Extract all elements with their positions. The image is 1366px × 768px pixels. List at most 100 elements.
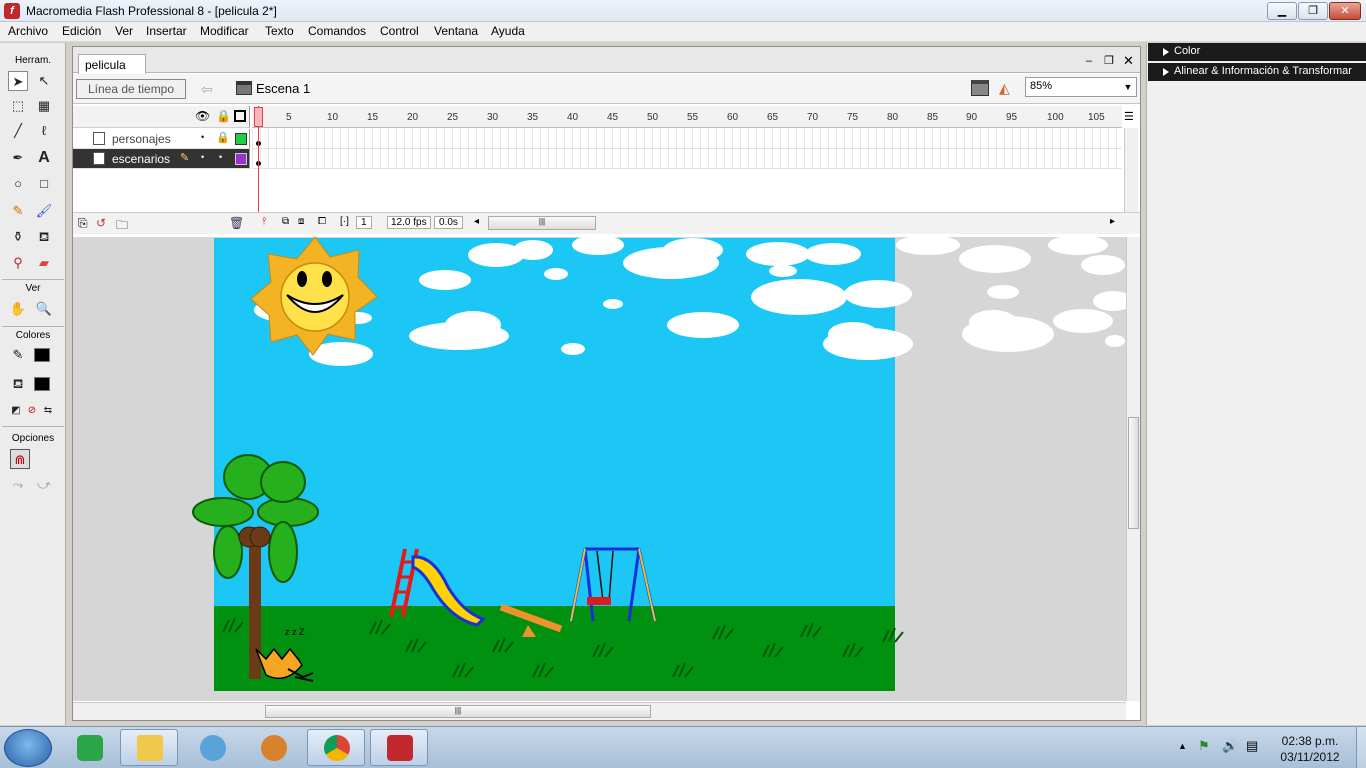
subselection-tool-icon[interactable]: ↖ bbox=[34, 71, 54, 91]
pen-tool-icon[interactable]: ✒ bbox=[8, 148, 28, 168]
swap-colors-icon[interactable]: ⇆ bbox=[38, 401, 58, 421]
menu-comandos[interactable]: Comandos bbox=[307, 24, 367, 38]
scroll-right-arrow-icon[interactable]: ▸ bbox=[1110, 216, 1115, 227]
start-button[interactable] bbox=[4, 729, 52, 767]
stage-v-scroll-thumb[interactable] bbox=[1128, 417, 1139, 529]
maximize-button[interactable]: ❐ bbox=[1298, 2, 1328, 20]
stage-vertical-scrollbar[interactable] bbox=[1126, 237, 1140, 701]
paint-bucket-tool-icon[interactable]: ⛾ bbox=[34, 227, 54, 247]
timeline-menu-icon[interactable]: ☰ bbox=[1124, 110, 1134, 123]
minimize-button[interactable]: ▁ bbox=[1267, 2, 1297, 20]
align-info-transform-panel-header[interactable]: Alinear & Información & Transformar bbox=[1148, 63, 1366, 81]
menu-texto[interactable]: Texto bbox=[264, 24, 295, 38]
layer-icon bbox=[93, 132, 105, 145]
add-motion-guide-icon[interactable]: ↺ bbox=[96, 216, 106, 230]
onion-skin-icon[interactable]: ⧉ bbox=[282, 216, 289, 227]
expand-triangle-icon[interactable] bbox=[1163, 68, 1169, 76]
tray-expand-icon[interactable]: ▲ bbox=[1178, 741, 1187, 751]
taskbar-app-1[interactable] bbox=[60, 729, 118, 766]
menu-control[interactable]: Control bbox=[379, 24, 420, 38]
straighten-icon[interactable]: ⤻ bbox=[34, 475, 54, 495]
oval-tool-icon[interactable]: ○ bbox=[8, 174, 28, 194]
clock[interactable]: 02:38 p.m. 03/11/2012 bbox=[1270, 733, 1350, 765]
delete-layer-icon[interactable]: 🗑 bbox=[229, 216, 244, 230]
show-desktop-button[interactable] bbox=[1356, 727, 1366, 768]
frames-escenarios[interactable] bbox=[252, 149, 1122, 169]
doc-restore-icon[interactable]: ❐ bbox=[1104, 54, 1114, 67]
tray-network-flag-icon[interactable]: ⚑ bbox=[1198, 738, 1210, 754]
taskbar-chrome[interactable] bbox=[307, 729, 365, 766]
ink-bottle-tool-icon[interactable]: ⚱ bbox=[8, 227, 28, 247]
zoom-tool-icon[interactable]: 🔍 bbox=[34, 299, 54, 319]
modify-onion-markers-icon[interactable]: [·] bbox=[340, 216, 349, 227]
stage-h-scroll-thumb[interactable]: ||| bbox=[265, 705, 651, 718]
lock-dot[interactable]: • bbox=[219, 152, 222, 162]
zoom-select[interactable]: 85% bbox=[1025, 77, 1137, 97]
timeline-h-scroll-thumb[interactable]: ||| bbox=[488, 216, 596, 230]
back-arrow-icon[interactable]: ⇦ bbox=[198, 79, 216, 99]
hand-tool-icon[interactable]: ✋ bbox=[8, 299, 28, 319]
show-hide-eye-icon[interactable]: 👁 bbox=[195, 109, 210, 123]
layer-row-escenarios[interactable]: escenarios ✎ • • bbox=[73, 149, 250, 169]
snap-magnet-icon[interactable]: ⋒ bbox=[10, 449, 30, 469]
fill-color-swatch[interactable] bbox=[34, 377, 50, 391]
taskbar-app-3[interactable] bbox=[183, 729, 241, 766]
menu-modificar[interactable]: Modificar bbox=[199, 24, 250, 38]
center-frame-icon[interactable]: ⫯ bbox=[262, 216, 266, 227]
taskbar-flash[interactable] bbox=[370, 729, 428, 766]
lock-icon[interactable]: 🔒 bbox=[216, 109, 231, 123]
playhead-handle[interactable] bbox=[254, 107, 263, 127]
outline-toggle-icon[interactable] bbox=[234, 110, 246, 122]
taskbar-app-4[interactable] bbox=[244, 729, 302, 766]
layer-row-personajes[interactable]: personajes • 🔒 bbox=[73, 129, 250, 149]
taskbar-explorer[interactable] bbox=[120, 729, 178, 766]
stroke-color-swatch[interactable] bbox=[34, 348, 50, 362]
stage-horizontal-scrollbar[interactable]: ||| bbox=[73, 702, 1126, 720]
edit-symbols-icon[interactable]: ◭ bbox=[999, 80, 1017, 96]
visibility-dot[interactable]: • bbox=[201, 132, 204, 142]
tray-volume-icon[interactable]: 🔊 bbox=[1222, 738, 1238, 754]
brush-tool-icon[interactable]: 🖌 bbox=[34, 201, 54, 221]
menu-archivo[interactable]: Archivo bbox=[7, 24, 49, 38]
stage-artwork[interactable]: z z Z bbox=[73, 237, 1126, 701]
fill-transform-tool-icon[interactable]: ▦ bbox=[34, 96, 54, 116]
frame-rate[interactable]: 12.0 fps bbox=[387, 216, 431, 229]
free-transform-tool-icon[interactable]: ⬚ bbox=[8, 96, 28, 116]
color-panel-header[interactable]: Color bbox=[1148, 43, 1366, 61]
doc-minimize-icon[interactable]: – bbox=[1086, 55, 1092, 67]
tray-display-icon[interactable]: ▤ bbox=[1246, 738, 1258, 754]
expand-triangle-icon[interactable] bbox=[1163, 48, 1169, 56]
zoom-dropdown-icon[interactable]: ▼ bbox=[1122, 79, 1134, 95]
layer-outline-color[interactable] bbox=[235, 133, 247, 145]
menu-edicion[interactable]: Edición bbox=[61, 24, 102, 38]
selection-tool-icon[interactable]: ➤ bbox=[8, 71, 28, 91]
pencil-tool-icon[interactable]: ✎ bbox=[8, 201, 28, 221]
lasso-tool-icon[interactable]: ℓ bbox=[34, 121, 54, 141]
insert-folder-icon[interactable]: 🗀 bbox=[116, 216, 128, 237]
layer-lock-icon[interactable]: 🔒 bbox=[216, 131, 230, 144]
frames-personajes[interactable] bbox=[252, 129, 1122, 149]
document-tab[interactable]: pelicula 2* bbox=[78, 54, 146, 86]
menu-ver[interactable]: Ver bbox=[114, 24, 134, 38]
eyedropper-tool-icon[interactable]: ⚲ bbox=[8, 253, 28, 273]
smooth-icon[interactable]: ⤳ bbox=[8, 475, 28, 495]
close-button[interactable]: ✕ bbox=[1329, 2, 1361, 20]
menu-ventana[interactable]: Ventana bbox=[433, 24, 479, 38]
menu-ayuda[interactable]: Ayuda bbox=[490, 24, 526, 38]
edit-multiple-frames-icon[interactable]: ⧠ bbox=[318, 216, 326, 227]
scroll-left-arrow-icon[interactable]: ◂ bbox=[474, 216, 479, 227]
visibility-dot[interactable]: • bbox=[201, 152, 204, 162]
timeline-vertical-scrollbar[interactable] bbox=[1124, 128, 1138, 212]
rectangle-tool-icon[interactable]: □ bbox=[34, 174, 54, 194]
menu-insertar[interactable]: Insertar bbox=[145, 24, 188, 38]
layer-outline-color[interactable] bbox=[235, 153, 247, 165]
eraser-tool-icon[interactable]: ▰ bbox=[34, 253, 54, 273]
insert-layer-icon[interactable]: ⎘ bbox=[78, 216, 88, 231]
edit-scene-icon[interactable] bbox=[971, 80, 989, 96]
onion-outline-icon[interactable]: ⧈ bbox=[298, 216, 304, 227]
scene-name[interactable]: Escena 1 bbox=[256, 81, 310, 96]
line-tool-icon[interactable]: ╱ bbox=[8, 121, 28, 141]
doc-close-icon[interactable]: ✕ bbox=[1123, 53, 1134, 69]
timeline-toggle-button[interactable]: Línea de tiempo bbox=[76, 79, 186, 99]
text-tool-icon[interactable]: A bbox=[34, 148, 54, 168]
